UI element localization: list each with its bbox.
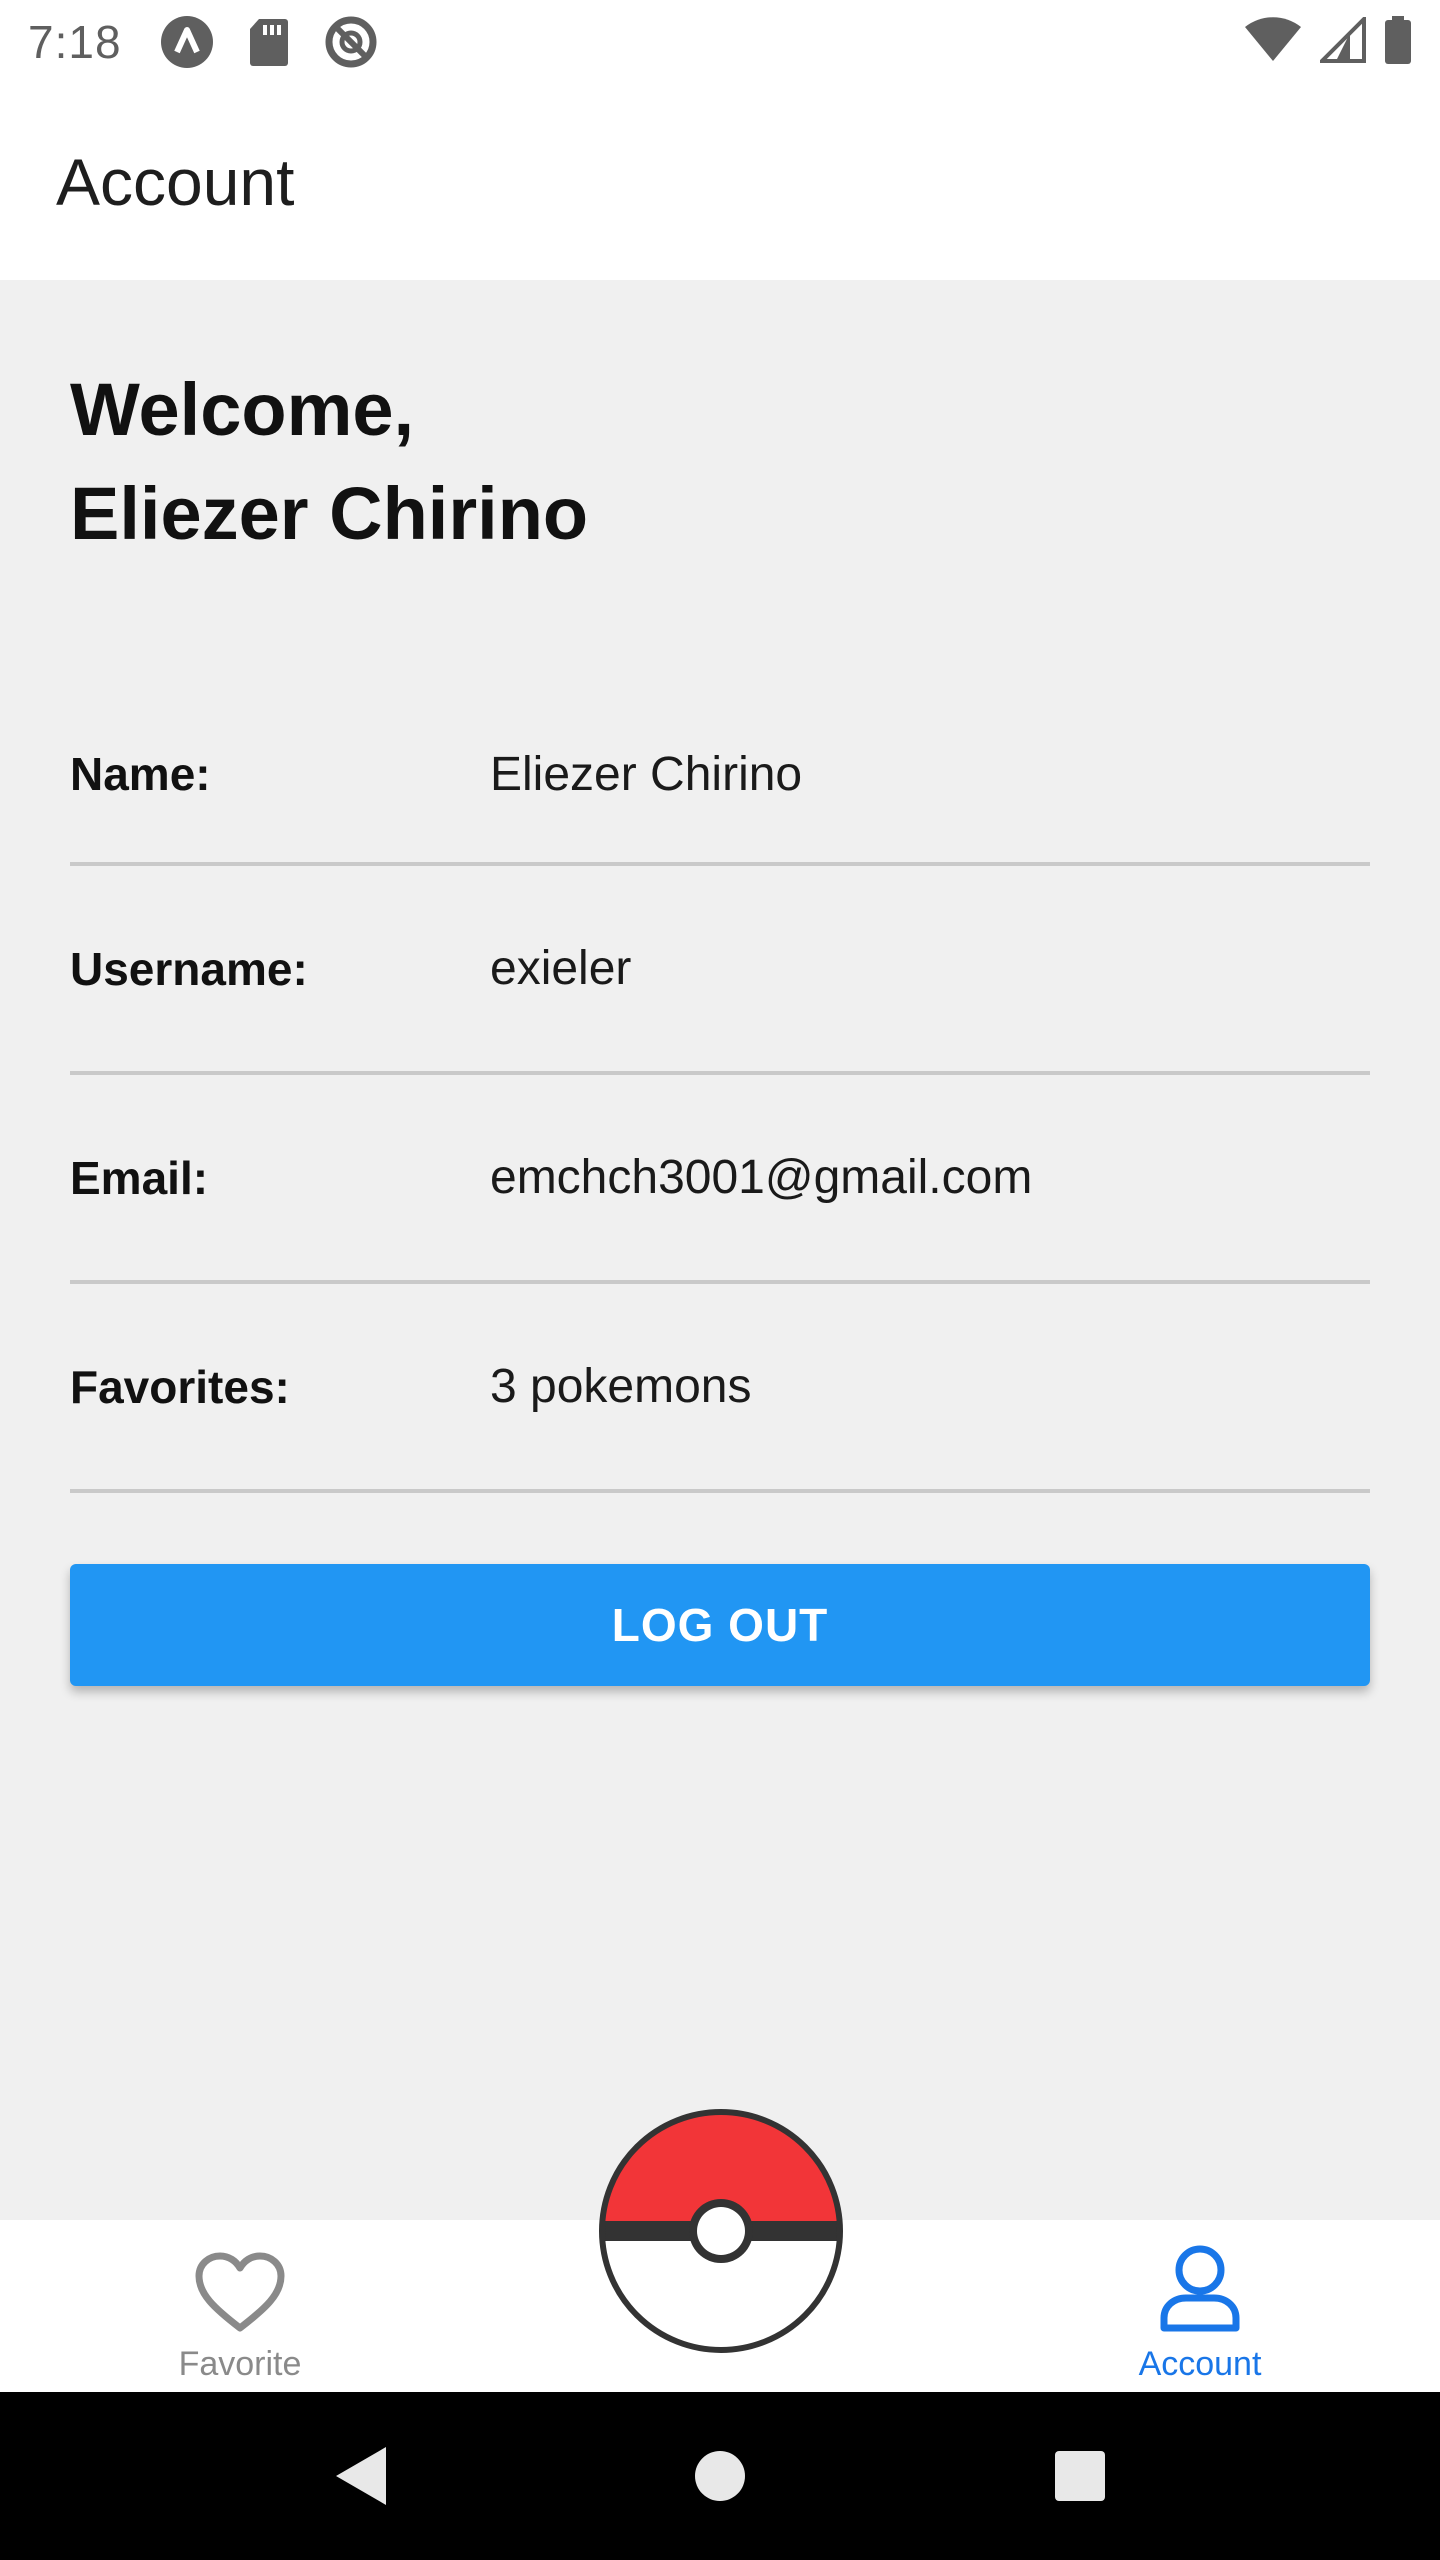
account-content: Welcome, Eliezer Chirino Name: Eliezer C…	[70, 280, 1370, 1686]
status-right	[1244, 13, 1412, 69]
info-label: Favorites:	[70, 1360, 290, 1413]
home-icon[interactable]	[680, 2436, 760, 2516]
info-label: Email:	[70, 1151, 209, 1204]
battery-icon	[1384, 15, 1412, 69]
cell-signal-icon	[1317, 13, 1366, 68]
info-row-username: Username: exieler	[70, 866, 1370, 1075]
recents-icon[interactable]	[1040, 2436, 1120, 2516]
heart-icon	[194, 2252, 286, 2339]
back-icon[interactable]	[320, 2436, 400, 2516]
info-label: Name:	[70, 748, 211, 800]
info-row-email: Email: emchch3001@gmail.com	[70, 1075, 1370, 1284]
system-nav-bar	[0, 2392, 1440, 2560]
account-info-list: Name: Eliezer Chirino Username: exieler …	[70, 686, 1370, 1493]
do-not-disturb-icon	[324, 15, 378, 69]
info-value: emchch3001@gmail.com	[490, 1151, 1033, 1204]
tab-label: Favorite	[178, 2345, 302, 2383]
status-time: 7:18	[28, 16, 122, 68]
tab-favorite[interactable]: Favorite	[90, 2220, 390, 2392]
welcome-line-2: Eliezer Chirino	[70, 472, 589, 555]
status-left: 7:18	[28, 15, 378, 69]
tab-label: Account	[1138, 2345, 1262, 2383]
pokeball-button[interactable]	[598, 2108, 844, 2354]
tab-account[interactable]: Account	[1050, 2220, 1350, 2392]
info-row-name: Name: Eliezer Chirino	[70, 686, 1370, 866]
welcome-heading: Welcome, Eliezer Chirino	[70, 358, 1370, 566]
info-value: 3 pokemons	[490, 1360, 752, 1413]
page-title: Account	[56, 145, 295, 219]
info-label: Username:	[70, 942, 308, 995]
app-a-icon	[160, 15, 214, 69]
welcome-line-1: Welcome,	[70, 368, 415, 451]
pokeball-icon	[599, 2109, 843, 2353]
wifi-icon	[1244, 16, 1302, 68]
logout-button[interactable]: LOG OUT	[70, 1564, 1370, 1686]
person-icon	[1158, 2244, 1242, 2339]
sd-card-icon	[242, 15, 296, 69]
info-row-favorites: Favorites: 3 pokemons	[70, 1284, 1370, 1493]
status-bar: 7:18	[0, 0, 1440, 84]
info-value: exieler	[490, 942, 632, 995]
info-value: Eliezer Chirino	[490, 747, 803, 801]
app-header: Account	[0, 84, 1440, 280]
